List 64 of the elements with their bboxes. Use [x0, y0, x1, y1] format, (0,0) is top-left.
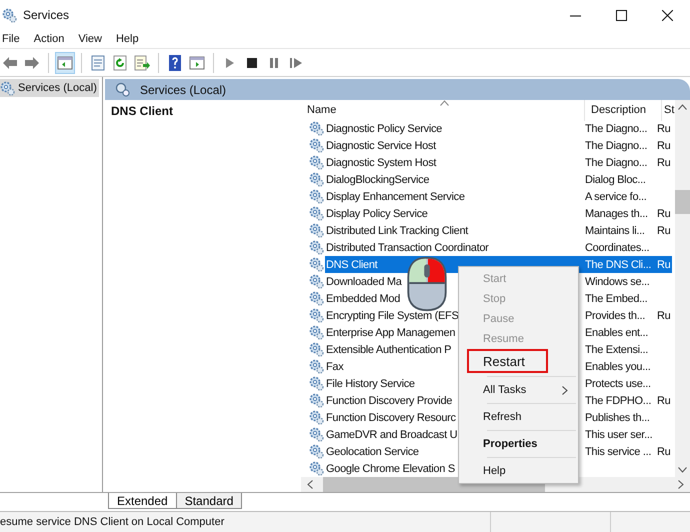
table-cell-text: Ru — [656, 156, 672, 170]
scroll-right-icon[interactable] — [678, 480, 684, 489]
menu-item[interactable]: View — [76, 33, 110, 45]
table-cell-text: Ru — [656, 224, 672, 238]
table-cell-text: Ru — [656, 206, 672, 222]
table-cell-text: Provides th... — [584, 308, 646, 324]
scroll-down-icon[interactable] — [678, 467, 687, 473]
tab[interactable]: Extended — [108, 493, 177, 509]
menu-item[interactable]: Refresh — [459, 407, 578, 427]
table-cell[interactable]: Display Policy Service — [325, 205, 583, 222]
menu-item[interactable]: Restart — [467, 349, 548, 373]
table-cell-text: Protects use... — [584, 376, 652, 392]
table-cell-text: The Extensi... — [584, 342, 650, 358]
table-cell-text: Manages th... — [584, 206, 649, 222]
tab[interactable]: Standard — [176, 493, 242, 509]
scroll-up-icon[interactable] — [678, 104, 687, 110]
vertical-scrollbar[interactable] — [675, 100, 690, 477]
table-cell-text: The Diagno... — [584, 156, 648, 170]
menu-item[interactable]: Properties — [459, 434, 578, 454]
menu-item[interactable]: File — [0, 33, 28, 45]
close-icon[interactable] — [662, 10, 672, 20]
table-cell[interactable]: Diagnostic Policy Service — [325, 120, 583, 137]
column-header[interactable]: St — [662, 100, 675, 120]
table-cell: Ru — [656, 256, 672, 273]
table-cell-text: The FDPHO... — [584, 394, 652, 408]
table-cell-text: Windows se... — [584, 274, 651, 290]
menu-item[interactable]: Action — [32, 33, 72, 45]
column-header[interactable]: Description — [585, 100, 662, 120]
table-cell-text: The Diagno... — [584, 122, 648, 136]
table-cell[interactable]: Diagnostic System Host — [325, 154, 583, 171]
table-cell-text: Ru — [656, 394, 672, 408]
menu-item[interactable]: All Tasks — [459, 380, 578, 400]
table-cell-text: Coordinates... — [584, 240, 650, 256]
table-cell-text: Dialog Bloc... — [584, 172, 647, 188]
table-cell[interactable]: Distributed Link Tracking Client — [325, 222, 583, 239]
column-header[interactable]: Name — [301, 100, 585, 120]
menu-item[interactable]: Help — [114, 33, 147, 45]
table-cell-text: This user ser... — [584, 428, 654, 442]
table-cell-text: Ru — [656, 138, 672, 154]
table-cell-text: Ru — [656, 308, 672, 324]
table-cell[interactable]: Display Enhancement Service — [325, 188, 583, 205]
table-cell-text: Publishes th... — [584, 410, 651, 426]
table-cell-text: The Diagno... — [584, 138, 648, 154]
table-cell-text: A service fo... — [584, 190, 648, 204]
table-cell-text: Ru — [656, 444, 672, 460]
table-cell[interactable]: Distributed Transaction Coordinator — [325, 239, 583, 256]
table-cell: The DNS Cli... — [583, 256, 656, 273]
scroll-left-icon[interactable] — [307, 480, 313, 489]
table-cell-text: Maintains li... — [584, 224, 646, 238]
status-text: esume service DNS Client on Local Computer — [0, 516, 224, 528]
pane-title: Services (Local) — [140, 82, 226, 96]
table-cell[interactable]: DialogBlockingService — [325, 171, 583, 188]
table-cell-text: This service ... — [584, 444, 652, 460]
table-cell[interactable]: Diagnostic Service Host — [325, 137, 583, 154]
scroll-thumb[interactable] — [675, 190, 690, 214]
tree-item[interactable]: Services (Local) — [0, 79, 99, 97]
detail-title: DNS Client — [111, 104, 174, 118]
maximize-icon[interactable] — [616, 10, 626, 20]
window-title: Services — [23, 8, 70, 22]
table-cell-text: Enables ent... — [584, 326, 650, 340]
table-cell-text: Enables you... — [584, 360, 652, 374]
table-cell-text: Ru — [656, 122, 672, 136]
table-cell-text: The Embed... — [584, 292, 648, 306]
menu-item[interactable]: Help — [459, 461, 578, 481]
